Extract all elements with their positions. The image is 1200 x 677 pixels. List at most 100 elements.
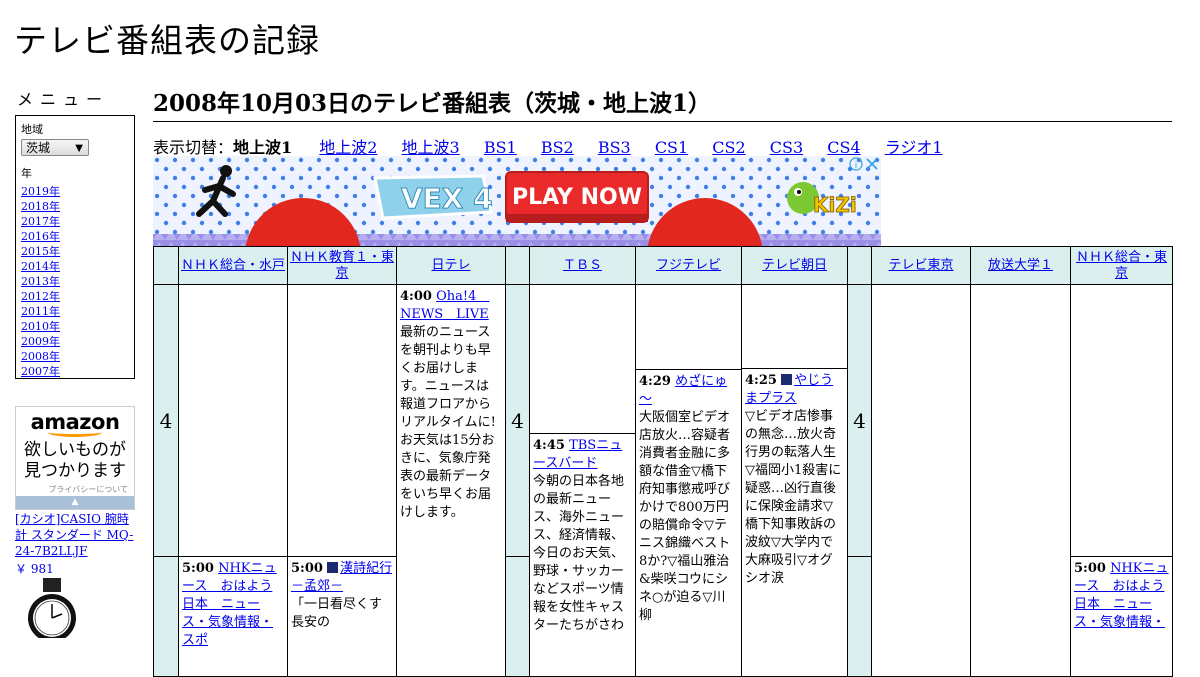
switcher-link[interactable]: 地上波3 bbox=[402, 138, 460, 157]
channel-link[interactable]: フジテレビ bbox=[656, 258, 721, 273]
program-cell-empty bbox=[1070, 284, 1173, 557]
switcher-link[interactable]: 地上波2 bbox=[319, 138, 377, 157]
hour-header-cell bbox=[505, 246, 530, 285]
year-link[interactable]: 2012年 bbox=[21, 289, 129, 304]
year-link[interactable]: 2010年 bbox=[21, 319, 129, 334]
product-price: ￥ 981 bbox=[15, 562, 54, 576]
program-description: ▽ビデオ店惨事の無念…放火奇行男の転落人生▽福岡小1殺害に疑惑…凶行直後に保険金… bbox=[745, 409, 842, 586]
amazon-ad[interactable]: amazon 欲しいものが 見つかります プライバシーについて ▲ bbox=[15, 406, 135, 510]
switcher-link[interactable]: CS3 bbox=[770, 138, 803, 157]
channel-link[interactable]: ＮＨＫ教育１・東京 bbox=[290, 250, 394, 281]
channel-link[interactable]: テレビ東京 bbox=[888, 258, 953, 273]
channel-header: ＮＨＫ教育１・東京 bbox=[287, 246, 397, 285]
channel-header: ＮＨＫ総合・東京 bbox=[1070, 246, 1173, 285]
tv-schedule-grid: ＮＨＫ総合・水戸 ＮＨＫ教育１・東京 日テレ ＴＢＳ フジテレビ テレビ朝日 テ… bbox=[153, 246, 1173, 677]
year-link[interactable]: 2015年 bbox=[21, 244, 129, 259]
channel-header: ＴＢＳ bbox=[529, 246, 636, 285]
year-link[interactable]: 2017年 bbox=[21, 214, 129, 229]
program-cell: 5:00 漢詩紀行－孟郊－ 「一日看尽くす 長安の bbox=[287, 556, 397, 677]
region-select-value: 茨城 bbox=[26, 141, 51, 155]
channel-link[interactable]: ＮＨＫ総合・東京 bbox=[1076, 250, 1167, 281]
menu-label: メニュー bbox=[17, 90, 110, 109]
amazon-tagline-2: 見つかります bbox=[24, 461, 126, 481]
channel-header: フジテレビ bbox=[635, 246, 742, 285]
channel-header: テレビ東京 bbox=[871, 246, 971, 285]
switcher-link[interactable]: BS2 bbox=[541, 138, 574, 157]
year-link[interactable]: 2007年 bbox=[21, 364, 129, 379]
channel-header: テレビ朝日 bbox=[741, 246, 848, 285]
program-time: 4:00 bbox=[400, 289, 432, 304]
chevron-up-icon[interactable]: ▲ bbox=[16, 496, 134, 509]
hour-cell: 4 bbox=[847, 284, 872, 557]
site-title: テレビ番組表の記録 bbox=[14, 21, 320, 60]
amazon-privacy-link[interactable]: プライバシーについて bbox=[16, 484, 134, 495]
amazon-logo: amazon bbox=[30, 410, 120, 434]
channel-link[interactable]: 放送大学１ bbox=[988, 258, 1053, 273]
channel-header: 日テレ bbox=[396, 246, 506, 285]
game-ad-banner[interactable]: VEX 4 PLAY NOW KiZi i bbox=[153, 156, 881, 246]
channel-link[interactable]: ＮＨＫ総合・水戸 bbox=[181, 258, 285, 273]
channel-link[interactable]: 日テレ bbox=[431, 258, 470, 273]
program-time: 5:00 bbox=[1074, 561, 1106, 576]
year-label: 年 bbox=[21, 167, 32, 180]
program-time: 4:25 bbox=[745, 373, 777, 388]
program-cell: 4:00 Oha!4 NEWS LIVE 最新のニュースを朝刊よりも早くお届けし… bbox=[396, 284, 506, 677]
channel-link[interactable]: ＴＢＳ bbox=[563, 258, 602, 273]
program-cell: 5:00 NHKニュース おはよう日本 ニュース・気象情報・ bbox=[1070, 556, 1173, 677]
hour-cell-next bbox=[847, 556, 872, 677]
channel-link[interactable]: テレビ朝日 bbox=[762, 258, 827, 273]
data-broadcast-icon bbox=[327, 562, 339, 573]
switcher-link[interactable]: CS2 bbox=[712, 138, 745, 157]
view-switcher: 表示切替：地上波1 地上波2 地上波3 BS1 BS2 BS3 CS1 CS2 … bbox=[153, 134, 962, 158]
year-link[interactable]: 2008年 bbox=[21, 349, 129, 364]
year-link[interactable]: 2011年 bbox=[21, 304, 129, 319]
menu-box: 地域 茨城 ▼ 年 2019年 2018年 2017年 2016年 2015年 … bbox=[15, 115, 135, 379]
program-cell-empty bbox=[871, 284, 971, 677]
region-label: 地域 bbox=[21, 123, 43, 136]
hour-header-cell bbox=[153, 246, 179, 285]
program-time: 4:29 bbox=[639, 374, 671, 389]
product-link[interactable]: [カシオ]CASIO 腕時計 スタンダード MQ-24-7B2LLJF bbox=[15, 511, 140, 559]
hour-cell-next bbox=[505, 556, 530, 677]
channel-header: 放送大学１ bbox=[970, 246, 1071, 285]
year-link[interactable]: 2016年 bbox=[21, 229, 129, 244]
switcher-label: 表示切替： bbox=[153, 138, 234, 157]
switcher-link[interactable]: ラジオ1 bbox=[885, 138, 943, 157]
program-cell: 4:29 めざにゅ～ 大阪個室ビデオ店放火…容疑者消費者金融に多額な借金▽橋下府… bbox=[635, 369, 742, 677]
year-link[interactable]: 2014年 bbox=[21, 259, 129, 274]
program-cell: 5:00 NHKニュース おはよう日本 ニュース・気象情報・スポ bbox=[178, 556, 288, 677]
year-link[interactable]: 2013年 bbox=[21, 274, 129, 289]
chevron-down-icon: ▼ bbox=[75, 143, 83, 154]
year-link[interactable]: 2019年 bbox=[21, 184, 129, 199]
year-link[interactable]: 2018年 bbox=[21, 199, 129, 214]
program-cell-empty bbox=[178, 284, 288, 557]
hour-cell-next bbox=[153, 556, 179, 677]
vex-logo-text: VEX 4 bbox=[401, 182, 493, 215]
program-time: 5:00 bbox=[291, 561, 323, 576]
switcher-link[interactable]: CS4 bbox=[827, 138, 860, 157]
watch-product-image[interactable] bbox=[20, 578, 82, 638]
data-broadcast-icon bbox=[781, 374, 793, 385]
switcher-link[interactable]: CS1 bbox=[655, 138, 688, 157]
program-description: 最新のニュースを朝刊よりも早くお届けします。ニュースは報道フロアからリアルタイム… bbox=[400, 325, 496, 520]
sidebar: メニュー 地域 茨城 ▼ 年 2019年 2018年 2017年 2016年 2… bbox=[15, 86, 135, 379]
program-cell-empty bbox=[970, 284, 1071, 677]
region-select[interactable]: 茨城 ▼ bbox=[21, 139, 89, 156]
year-link[interactable]: 2009年 bbox=[21, 334, 129, 349]
play-now-button[interactable]: PLAY NOW bbox=[512, 185, 642, 210]
switcher-link[interactable]: BS1 bbox=[484, 138, 517, 157]
program-description: 今朝の日本各地の最新ニュース、海外ニュース、経済情報、今日のお天気、野球・サッカ… bbox=[533, 474, 625, 633]
channel-header-row: ＮＨＫ総合・水戸 ＮＨＫ教育１・東京 日テレ ＴＢＳ フジテレビ テレビ朝日 テ… bbox=[153, 246, 1173, 285]
program-time: 4:45 bbox=[533, 438, 565, 453]
program-cell: 4:25 やじうまプラス ▽ビデオ店惨事の無念…放火奇行男の転落人生▽福岡小1殺… bbox=[741, 368, 848, 677]
program-description: 大阪個室ビデオ店放火…容疑者消費者金融に多額な借金▽橋下府知事懲戒呼びかけで80… bbox=[639, 410, 731, 623]
page-title: 2008年10月03日のテレビ番組表（茨城・地上波1） bbox=[153, 84, 1172, 122]
switcher-link[interactable]: BS3 bbox=[598, 138, 631, 157]
hour-cell: 4 bbox=[153, 284, 179, 557]
channel-header: ＮＨＫ総合・水戸 bbox=[178, 246, 288, 285]
program-cell-empty bbox=[635, 284, 742, 370]
program-cell-empty bbox=[741, 284, 848, 369]
hour-header-cell bbox=[847, 246, 872, 285]
program-cell-empty bbox=[529, 284, 636, 434]
program-description: 「一日看尽くす 長安の bbox=[291, 597, 396, 630]
